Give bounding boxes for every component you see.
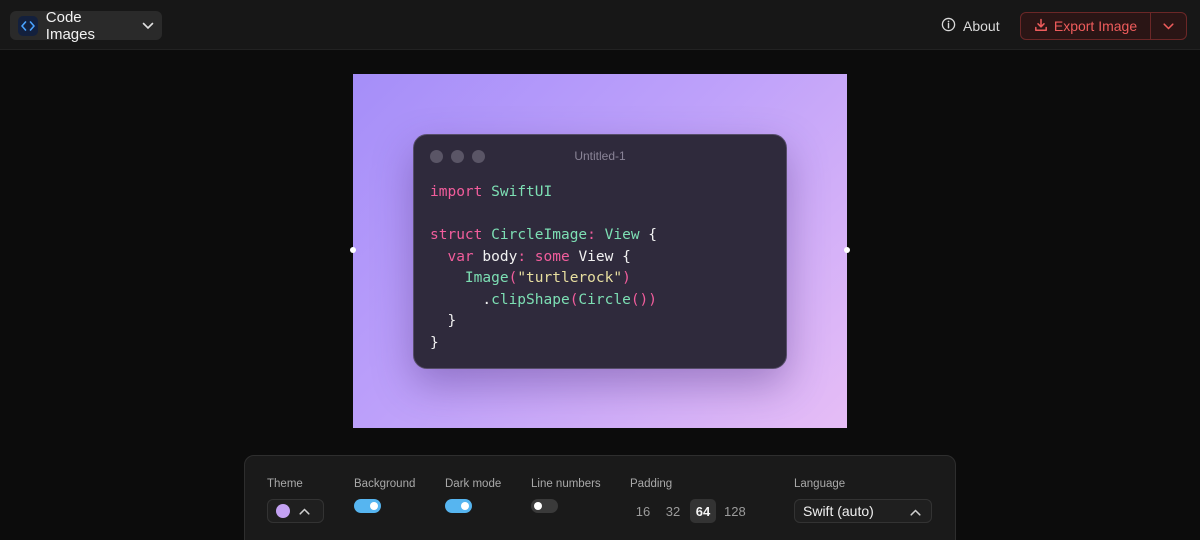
- code-token: :: [587, 227, 596, 243]
- code-line: struct CircleImage: View {: [430, 225, 657, 247]
- code-window: Untitled-1 import SwiftUI struct CircleIm…: [413, 134, 787, 369]
- theme-label: Theme: [267, 478, 303, 490]
- export-image-button[interactable]: Export Image: [1021, 13, 1150, 39]
- resize-handle-left[interactable]: [350, 247, 356, 253]
- code-token: CircleImage: [491, 227, 588, 243]
- export-options-button[interactable]: [1150, 13, 1186, 39]
- dark-mode-control: Dark mode: [445, 478, 501, 513]
- padding-control: Padding 16 32 64 128: [630, 478, 750, 523]
- code-line: .clipShape(Circle()): [430, 290, 657, 312]
- settings-toolbar: Theme Background Dark mode Line numbers …: [244, 455, 956, 540]
- padding-options: 16 32 64 128: [630, 499, 750, 523]
- code-editor[interactable]: import SwiftUI struct CircleImage: View {…: [430, 182, 657, 354]
- padding-option-16[interactable]: 16: [630, 499, 656, 523]
- code-token: :: [517, 248, 527, 265]
- code-token: }: [430, 334, 439, 351]
- code-line: }: [430, 333, 657, 355]
- background-toggle[interactable]: [354, 499, 381, 513]
- code-token: import: [430, 184, 483, 200]
- image-frame: Untitled-1 import SwiftUI struct CircleIm…: [350, 74, 850, 428]
- theme-control: Theme: [267, 478, 324, 523]
- padding-option-32[interactable]: 32: [660, 499, 686, 523]
- code-token: clipShape: [491, 291, 570, 308]
- toggle-knob: [461, 502, 469, 510]
- theme-swatch: [276, 504, 290, 518]
- background-control: Background: [354, 478, 415, 513]
- code-line: Image("turtlerock"): [430, 268, 657, 290]
- top-bar: Code Images About Export Image: [0, 0, 1200, 50]
- code-token: View {: [569, 248, 631, 265]
- app-title: Code Images: [45, 8, 95, 43]
- line-numbers-label: Line numbers: [531, 478, 601, 490]
- padding-option-128[interactable]: 128: [720, 499, 750, 523]
- code-brackets-icon: [18, 15, 38, 36]
- code-token: View: [604, 227, 640, 243]
- about-button[interactable]: About: [941, 15, 1000, 37]
- export-button-group: Export Image: [1020, 12, 1187, 40]
- language-label: Language: [794, 478, 846, 490]
- code-token: struct: [430, 227, 483, 243]
- code-token: }: [430, 313, 457, 329]
- code-token: {: [639, 227, 658, 243]
- code-token: some: [534, 248, 570, 265]
- dark-mode-label: Dark mode: [445, 478, 502, 490]
- code-line: var body: some View {: [430, 247, 657, 269]
- chevron-down-icon: [142, 22, 154, 30]
- language-select[interactable]: Swift (auto): [794, 499, 932, 523]
- code-token: body: [473, 248, 518, 265]
- chevron-up-icon: [299, 502, 310, 520]
- code-line: }: [430, 311, 657, 333]
- code-token: ()): [630, 291, 658, 308]
- code-token: Image: [464, 270, 509, 286]
- chevron-up-icon: [910, 503, 921, 519]
- language-control: Language Swift (auto): [794, 478, 932, 523]
- code-token: "turtlerock": [517, 270, 623, 286]
- code-token: var: [447, 248, 474, 265]
- resize-handle-right[interactable]: [844, 247, 850, 253]
- chevron-down-icon: [1163, 17, 1174, 35]
- code-token: ): [622, 270, 631, 286]
- line-numbers-control: Line numbers: [531, 478, 601, 513]
- about-label: About: [963, 18, 1000, 34]
- info-icon: [941, 17, 956, 35]
- toggle-knob: [534, 502, 542, 510]
- export-image-label: Export Image: [1053, 18, 1138, 34]
- language-value: Swift (auto): [803, 503, 874, 519]
- padding-label: Padding: [630, 478, 673, 490]
- window-title[interactable]: Untitled-1: [414, 149, 786, 163]
- app-menu-button[interactable]: Code Images: [10, 8, 162, 43]
- background-label: Background: [354, 478, 416, 490]
- padding-option-64[interactable]: 64: [690, 499, 716, 523]
- code-line: import SwiftUI: [430, 182, 657, 204]
- theme-select[interactable]: [267, 499, 324, 523]
- code-token: (: [508, 270, 518, 286]
- dark-mode-toggle[interactable]: [445, 499, 472, 513]
- code-token: Circle: [578, 291, 631, 308]
- code-token: SwiftUI: [491, 184, 553, 200]
- code-token: .: [430, 291, 492, 308]
- toggle-knob: [370, 502, 378, 510]
- line-numbers-toggle[interactable]: [531, 499, 558, 513]
- download-icon: [1034, 18, 1048, 35]
